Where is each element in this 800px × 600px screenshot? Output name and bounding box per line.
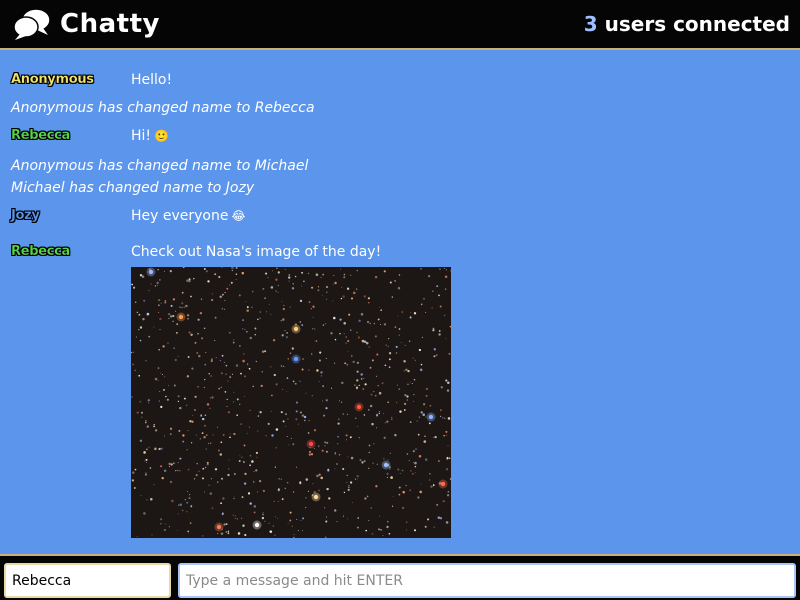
message-text: Hi! bbox=[131, 128, 152, 144]
users-connected-label: users connected bbox=[604, 12, 790, 36]
user-count: 3 bbox=[583, 12, 598, 36]
system-notification: Anonymous has changed name to Michael bbox=[11, 158, 309, 174]
top-navbar: Chatty 3 users connected bbox=[0, 0, 800, 50]
composer-bar bbox=[0, 554, 800, 600]
message-text: Check out Nasa's image of the day! bbox=[131, 244, 382, 260]
smile-emoji-icon: 🙂 bbox=[154, 129, 169, 143]
brand: Chatty bbox=[12, 5, 160, 43]
nasa-starfield-image[interactable] bbox=[131, 267, 451, 538]
speech-bubbles-icon bbox=[12, 5, 52, 43]
users-connected: 3 users connected bbox=[584, 12, 790, 36]
system-notification: Anonymous has changed name to Rebecca bbox=[11, 100, 315, 116]
message-content: Hey everyone 😂 bbox=[131, 208, 246, 224]
username-input[interactable] bbox=[4, 563, 171, 598]
message-username: Anonymous bbox=[11, 72, 94, 87]
message-text: Hello! bbox=[131, 72, 173, 88]
message-content: Hi! 🙂 bbox=[131, 128, 169, 144]
system-notification: Michael has changed name to Jozy bbox=[11, 180, 255, 196]
brand-name: Chatty bbox=[60, 9, 160, 39]
message-username: Jozy bbox=[11, 208, 40, 223]
message-input[interactable] bbox=[178, 563, 796, 598]
laughing-emoji-icon: 😂 bbox=[231, 209, 246, 223]
message-list[interactable]: Anonymous Hello! Anonymous has changed n… bbox=[0, 52, 800, 554]
message-username: Rebecca bbox=[11, 128, 71, 143]
message-text: Hey everyone bbox=[131, 208, 229, 224]
message-username: Rebecca bbox=[11, 244, 71, 259]
